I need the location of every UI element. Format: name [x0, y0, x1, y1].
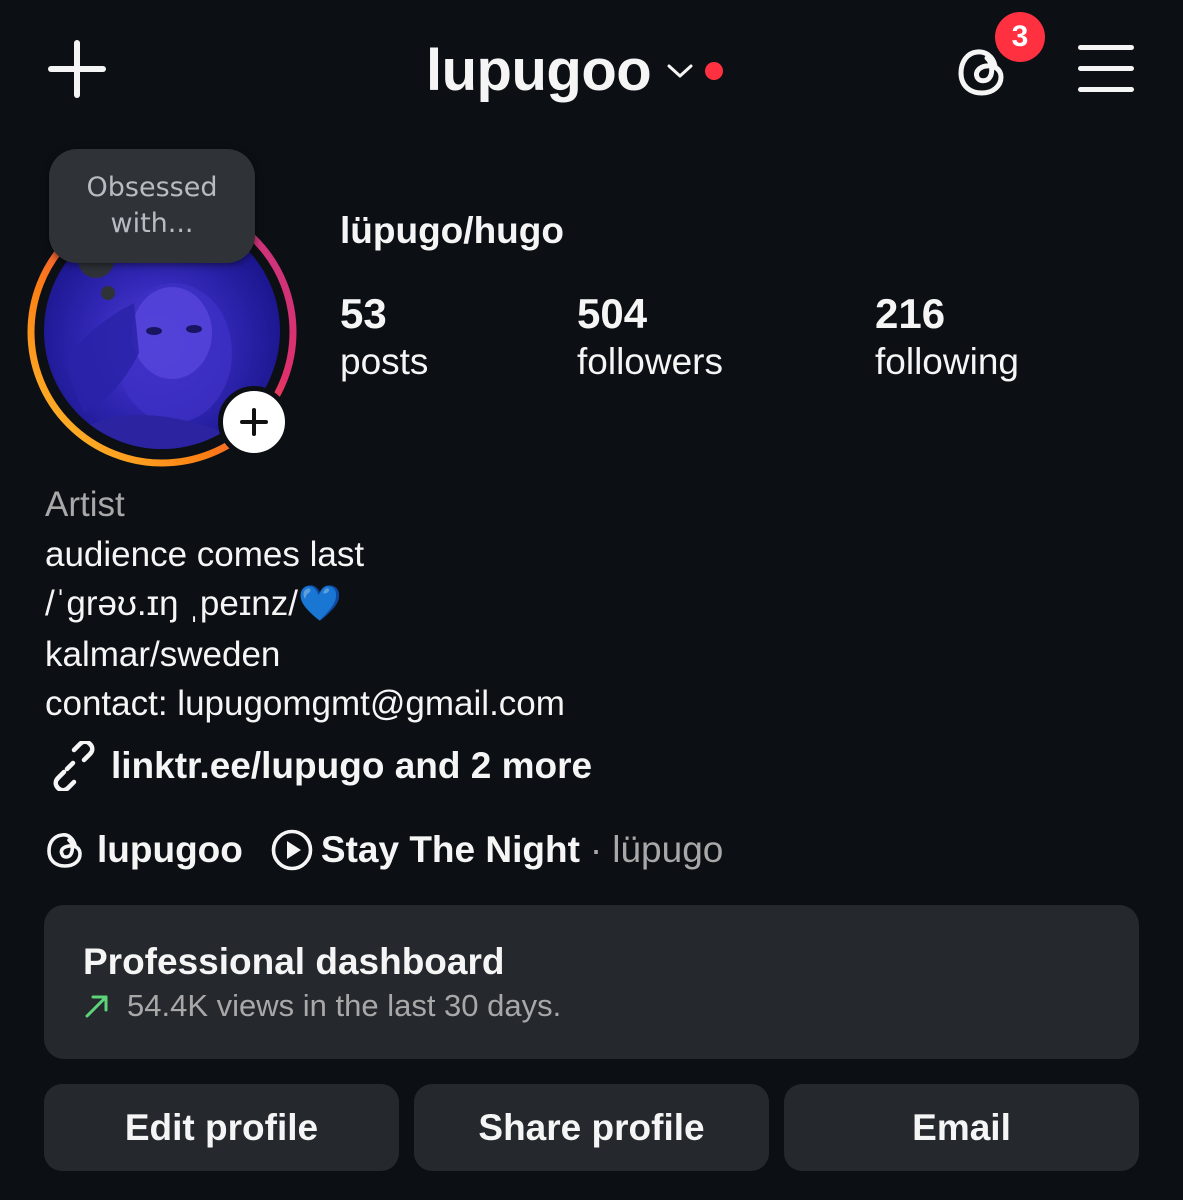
note-bubble-tail-dot — [101, 286, 115, 300]
create-plus-icon[interactable] — [48, 40, 106, 98]
chevron-down-icon[interactable] — [667, 63, 693, 79]
blue-heart-emoji: 💙 — [297, 584, 342, 624]
note-bubble[interactable]: Obsessed with... — [49, 149, 255, 263]
dashboard-stats: 54.4K views in the last 30 days. — [83, 988, 561, 1024]
bio-line: /ˈgrəʊ.ɪŋ ˌpeɪnz/💙 — [45, 579, 565, 630]
stat-count: 53 — [340, 290, 387, 337]
play-icon — [271, 829, 313, 871]
stat-label: posts — [340, 341, 429, 382]
threads-chip[interactable]: lupugoo — [45, 829, 243, 871]
threads-icon — [47, 833, 82, 868]
notification-badge: 3 — [995, 12, 1045, 62]
username-title[interactable]: lupugoo — [426, 42, 652, 100]
bio-links[interactable]: linktr.ee/lupugo and 2 more — [45, 740, 592, 792]
stat-followers[interactable]: 504 followers — [577, 290, 723, 386]
stat-count: 504 — [577, 290, 648, 337]
edit-profile-button[interactable]: Edit profile — [44, 1084, 399, 1171]
link-icon — [53, 741, 95, 791]
song-artist: lüpugo — [612, 829, 724, 870]
threads-handle[interactable]: lupugoo — [97, 829, 243, 871]
bio-contact: contact: lupugomgmt@gmail.com — [45, 684, 565, 723]
stat-following[interactable]: 216 following — [875, 290, 1019, 386]
stat-label: following — [875, 341, 1019, 382]
bio-category: Artist — [45, 485, 125, 524]
dashboard-title: Professional dashboard — [83, 941, 505, 982]
profile-chips: lupugoo Stay The Night · lüpugo — [45, 822, 723, 878]
separator-dot: · — [589, 829, 603, 870]
account-switcher[interactable]: lupugoo — [426, 34, 724, 108]
dashboard-views: 54.4K views in the last 30 days. — [127, 988, 562, 1023]
music-chip[interactable]: Stay The Night · lüpugo — [271, 829, 723, 871]
song-title[interactable]: Stay The Night — [321, 829, 580, 871]
professional-dashboard[interactable]: Professional dashboard 54.4K views in th… — [44, 905, 1139, 1059]
bio-line: kalmar/sweden — [45, 634, 281, 674]
menu-icon[interactable] — [1078, 45, 1134, 93]
activity-dot — [705, 62, 724, 80]
bio-line: audience comes last — [45, 534, 365, 574]
stat-count: 216 — [875, 290, 946, 337]
trend-up-icon — [85, 995, 108, 1018]
add-story-button[interactable] — [218, 386, 290, 458]
share-profile-button[interactable]: Share profile — [414, 1084, 769, 1171]
stat-label: followers — [577, 341, 723, 382]
display-name: lüpugo/hugo — [340, 210, 564, 251]
email-button[interactable]: Email — [784, 1084, 1139, 1171]
stat-posts[interactable]: 53 posts — [340, 290, 428, 386]
link-text[interactable]: linktr.ee/lupugo and 2 more — [111, 745, 592, 787]
note-text: Obsessed with... — [86, 172, 218, 239]
bio-pronunciation: /ˈgrəʊ.ɪŋ ˌpeɪnz/ — [45, 584, 298, 623]
bio: Artist audience comes last /ˈgrəʊ.ɪŋ ˌpe… — [45, 480, 565, 729]
